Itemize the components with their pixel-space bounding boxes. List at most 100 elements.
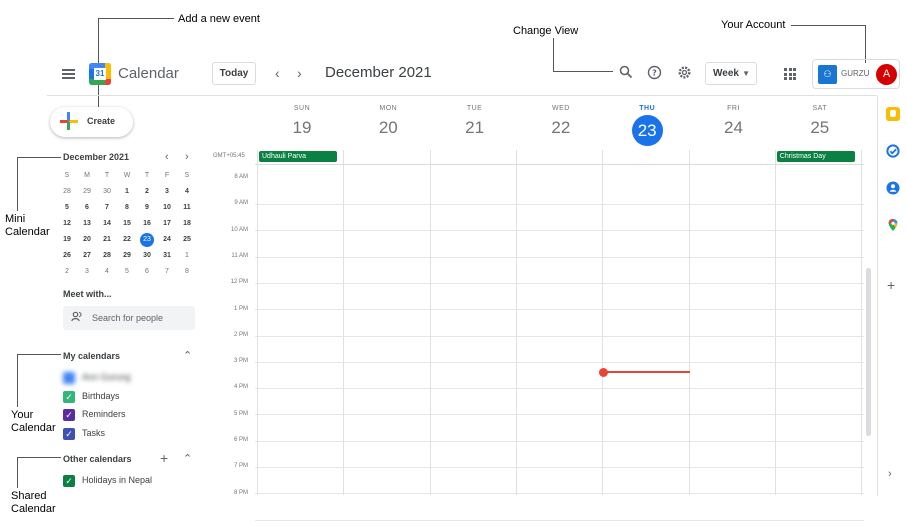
day-number[interactable]: 21	[432, 118, 518, 138]
chevron-up-icon[interactable]: ⌃	[183, 452, 192, 465]
mini-calendar-day[interactable]: 5	[57, 200, 77, 216]
mini-calendar-day[interactable]: 31	[157, 248, 177, 264]
view-selector[interactable]: Week ▼	[705, 62, 757, 85]
mini-calendar-day[interactable]: 19	[57, 232, 77, 248]
mini-calendar-day[interactable]: 30	[137, 248, 157, 264]
calendar-checkbox[interactable]: ✓	[63, 409, 75, 421]
my-calendars-title[interactable]: My calendars	[63, 351, 120, 361]
other-calendars-title[interactable]: Other calendars	[63, 454, 132, 464]
mini-calendar-day[interactable]: 18	[177, 216, 197, 232]
today-button[interactable]: Today	[212, 62, 256, 85]
annotation-line	[553, 71, 613, 72]
search-icon[interactable]	[618, 65, 634, 81]
mini-calendar-day[interactable]: 4	[97, 264, 117, 280]
add-calendar-icon[interactable]: +	[160, 450, 168, 466]
main-menu-icon[interactable]	[62, 69, 75, 79]
day-header-sun[interactable]: SUN 19	[259, 105, 345, 138]
mini-calendar-day[interactable]: 13	[77, 216, 97, 232]
mini-calendar-day[interactable]: 25	[177, 232, 197, 248]
help-icon[interactable]: ?	[646, 65, 662, 81]
mini-calendar-day[interactable]: 12	[57, 216, 77, 232]
mini-calendar-day[interactable]: 21	[97, 232, 117, 248]
chevron-right-icon[interactable]: ›	[297, 65, 302, 81]
day-number[interactable]: 25	[777, 118, 863, 138]
maps-icon[interactable]	[886, 218, 900, 232]
mini-calendar-day[interactable]: 27	[77, 248, 97, 264]
mini-calendar-week: 19 20 21 22 23 24 25	[57, 232, 197, 248]
chevron-left-icon[interactable]: ‹	[275, 65, 280, 81]
day-header-sat[interactable]: SAT 25	[777, 105, 863, 138]
mini-calendar-day[interactable]: 6	[137, 264, 157, 280]
gear-icon[interactable]	[676, 65, 692, 81]
expand-panel-icon[interactable]: ›	[888, 468, 892, 480]
search-people-input[interactable]: Search for people	[63, 306, 195, 330]
calendar-checkbox[interactable]	[63, 372, 75, 384]
all-day-event[interactable]: Udhauli Parva	[259, 151, 338, 162]
annotation-line	[17, 354, 61, 355]
mini-calendar-day[interactable]: 1	[177, 248, 197, 264]
day-number[interactable]: 19	[259, 118, 345, 138]
calendar-checkbox[interactable]: ✓	[63, 391, 75, 403]
mini-calendar-day[interactable]: 24	[157, 232, 177, 248]
mini-calendar-day[interactable]: 28	[57, 184, 77, 200]
get-addons-icon[interactable]: +	[887, 277, 895, 293]
mini-calendar-day[interactable]: 3	[157, 184, 177, 200]
mini-calendar-day[interactable]: 1	[117, 184, 137, 200]
day-number[interactable]: 23	[631, 115, 663, 146]
mini-calendar-day[interactable]: 22	[117, 232, 137, 248]
day-header-thu[interactable]: THU 23	[604, 105, 690, 146]
tasks-icon[interactable]	[886, 144, 900, 158]
chevron-up-icon[interactable]: ⌃	[183, 349, 192, 362]
all-day-event[interactable]: Christmas Day	[776, 151, 856, 162]
mini-calendar: S M T W T F S 28 29 30 1 2 3 4 5 6 7 8 9 10 11 12 13 14 15 16 17 18…	[57, 168, 197, 280]
mini-calendar-day[interactable]: 15	[117, 216, 137, 232]
mini-calendar-day[interactable]: 29	[77, 184, 97, 200]
mini-calendar-day[interactable]: 28	[97, 248, 117, 264]
mini-prev-icon[interactable]: ‹	[165, 151, 169, 163]
account-button[interactable]: ⚇ GURZU A	[812, 59, 900, 89]
mini-calendar-day[interactable]: 7	[157, 264, 177, 280]
mini-calendar-week: 5 6 7 8 9 10 11	[57, 200, 197, 216]
mini-next-icon[interactable]: ›	[185, 151, 189, 163]
mini-calendar-day[interactable]: 2	[57, 264, 77, 280]
mini-calendar-day[interactable]: 11	[177, 200, 197, 216]
day-header-tue[interactable]: TUE 21	[432, 105, 518, 138]
day-number[interactable]: 24	[691, 118, 777, 138]
mini-calendar-day[interactable]: 23	[137, 232, 157, 248]
mini-calendar-day[interactable]: 30	[97, 184, 117, 200]
create-button[interactable]: Create	[50, 107, 133, 137]
day-header-mon[interactable]: MON 20	[345, 105, 431, 138]
day-header-wed[interactable]: WED 22	[518, 105, 604, 138]
day-header-fri[interactable]: FRI 24	[691, 105, 777, 138]
mini-calendar-day[interactable]: 26	[57, 248, 77, 264]
grid-scrollbar[interactable]	[866, 268, 871, 436]
mini-calendar-day[interactable]: 14	[97, 216, 117, 232]
contacts-icon[interactable]	[886, 181, 900, 195]
day-number[interactable]: 22	[518, 118, 604, 138]
mini-calendar-day[interactable]: 6	[77, 200, 97, 216]
calendar-checkbox[interactable]: ✓	[63, 428, 75, 440]
mini-calendar-day[interactable]: 16	[137, 216, 157, 232]
mini-calendar-day[interactable]: 9	[137, 200, 157, 216]
mini-calendar-day[interactable]: 20	[77, 232, 97, 248]
keep-icon[interactable]	[886, 107, 900, 121]
app-title: Calendar	[118, 65, 179, 82]
mini-calendar-day[interactable]: 29	[117, 248, 137, 264]
hour-line	[255, 309, 864, 311]
mini-calendar-day[interactable]: 8	[117, 200, 137, 216]
mini-calendar-day[interactable]: 10	[157, 200, 177, 216]
mini-calendar-day[interactable]: 17	[157, 216, 177, 232]
calendar-checkbox[interactable]: ✓	[63, 475, 75, 487]
mini-calendar-day[interactable]: 5	[117, 264, 137, 280]
day-column-divider	[429, 150, 431, 495]
mini-calendar-day[interactable]: 4	[177, 184, 197, 200]
mini-calendar-day[interactable]: 2	[137, 184, 157, 200]
annotation-line	[17, 157, 18, 211]
mini-calendar-day[interactable]: 3	[77, 264, 97, 280]
avatar[interactable]: A	[876, 64, 897, 85]
time-label: 9 AM	[234, 200, 248, 207]
mini-calendar-day[interactable]: 7	[97, 200, 117, 216]
day-number[interactable]: 20	[345, 118, 431, 138]
mini-calendar-day[interactable]: 8	[177, 264, 197, 280]
apps-grid-icon[interactable]	[784, 68, 796, 80]
